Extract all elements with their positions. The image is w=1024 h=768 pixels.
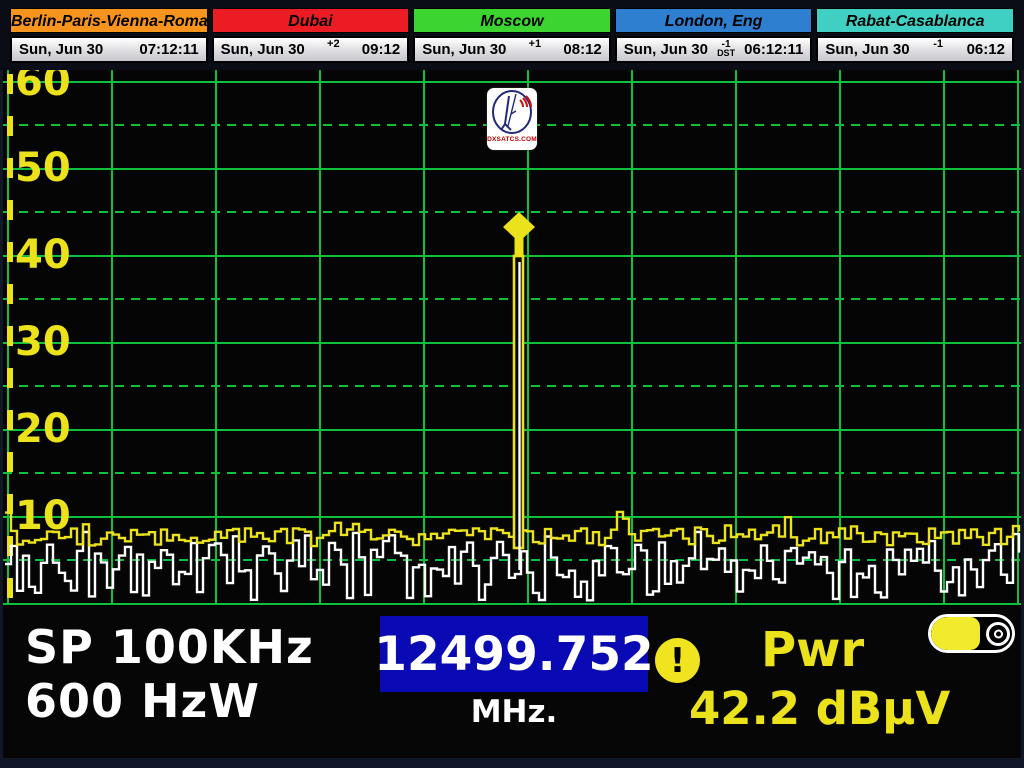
frequency-value: 12499.752	[374, 627, 653, 682]
tick-label-60: 60	[15, 70, 71, 105]
clock-time-cell: Sun, Jun 30 -1 06:12	[816, 36, 1014, 63]
clock-time: 06:12	[967, 41, 1005, 58]
warning-icon[interactable]: !	[655, 638, 700, 683]
satellite-dish-icon	[489, 88, 535, 138]
clock-utc-offset: +1	[529, 38, 542, 50]
readout-panel: SP 100KHz 600 HzW 12499.752 MHz. ! Pwr 4…	[3, 610, 1021, 758]
battery-terminal-inner	[994, 629, 1003, 638]
power-label: Pwr	[761, 622, 864, 678]
clock-berlin: Berlin-Paris-Vienna-Roma Sun, Jun 30 07:…	[10, 8, 208, 70]
clock-date: Sun, Jun 30	[19, 41, 103, 58]
y-axis-labels: 60 50 40 30 20 10	[15, 70, 71, 539]
clock-city-label: Dubai	[212, 8, 410, 33]
tick-label-40: 40	[15, 232, 71, 278]
grid	[3, 70, 1021, 604]
clock-time: 09:12	[362, 41, 400, 58]
span-label: SP 100KHz	[25, 620, 314, 674]
battery-icon	[928, 614, 1015, 653]
frequency-display[interactable]: 12499.752	[380, 616, 648, 692]
power-value: 42.2 dBµV	[689, 682, 950, 735]
frequency-unit-label: MHz.	[380, 694, 648, 730]
bandwidth-label: 600 HzW	[25, 674, 260, 728]
tick-label-30: 30	[15, 319, 71, 365]
tick-label-10: 10	[15, 493, 71, 539]
peak-marker-diamond	[503, 212, 535, 242]
clock-date: Sun, Jun 30	[221, 41, 305, 58]
logo-text: DXSATCS.COM	[487, 136, 537, 143]
clock-rabat: Rabat-Casablanca Sun, Jun 30 -1 06:12	[816, 8, 1014, 70]
clock-city-label: London, Eng	[615, 8, 813, 33]
clock-utc-offset: +2	[327, 38, 340, 50]
battery-fill-level	[931, 617, 980, 650]
dxsatcs-logo: DXSATCS.COM	[487, 88, 537, 150]
spectrum-display: 60 50 40 30 20 10 DXSATCS.COM	[3, 70, 1021, 610]
clock-time: 08:12	[563, 41, 601, 58]
spectrum-plot: 60 50 40 30 20 10	[3, 70, 1021, 610]
clock-time-cell: Sun, Jun 30 07:12:11	[10, 36, 208, 63]
clock-date: Sun, Jun 30	[422, 41, 506, 58]
clock-date: Sun, Jun 30	[825, 41, 909, 58]
clock-time-cell: Sun, Jun 30 +1 08:12	[413, 36, 611, 63]
clock-date: Sun, Jun 30	[624, 41, 708, 58]
clock-city-label: Berlin-Paris-Vienna-Roma	[10, 8, 208, 33]
clock-city-label: Moscow	[413, 8, 611, 33]
clock-time-cell: Sun, Jun 30 +2 09:12	[212, 36, 410, 63]
clock-london: London, Eng Sun, Jun 30 -1 DST 06:12:11	[615, 8, 813, 70]
clock-dst-offset: -1 DST	[717, 41, 735, 57]
clock-time: 07:12:11	[139, 41, 198, 58]
clock-city-label: Rabat-Casablanca	[816, 8, 1014, 33]
clock-time: 06:12:11	[744, 41, 803, 58]
tick-label-20: 20	[15, 406, 71, 452]
tick-label-50: 50	[15, 145, 71, 191]
clock-moscow: Moscow Sun, Jun 30 +1 08:12	[413, 8, 611, 70]
clock-utc-offset: -1	[933, 38, 943, 50]
clock-time-cell: Sun, Jun 30 -1 DST 06:12:11	[615, 36, 813, 63]
spectrum-traces	[5, 512, 1019, 600]
clock-dubai: Dubai Sun, Jun 30 +2 09:12	[212, 8, 410, 70]
world-clock-bar: Berlin-Paris-Vienna-Roma Sun, Jun 30 07:…	[0, 0, 1024, 70]
